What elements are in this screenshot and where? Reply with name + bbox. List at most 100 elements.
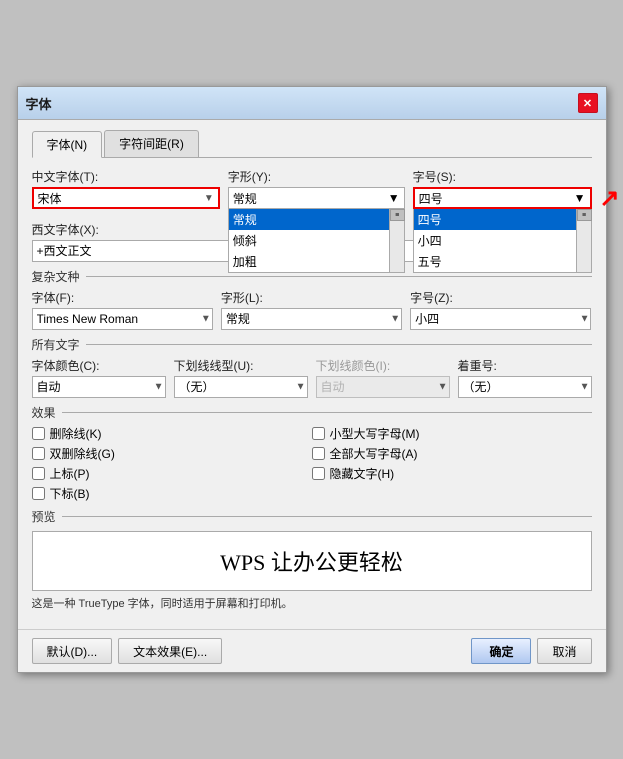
effect-hidden-label: 隐藏文字(H) xyxy=(330,465,395,482)
confirm-button[interactable]: 确定 xyxy=(471,638,531,664)
style-input[interactable] xyxy=(233,191,388,205)
effect-superscript-checkbox[interactable] xyxy=(32,467,45,480)
style-scrollbar-thumb[interactable]: ≡ xyxy=(390,209,405,221)
underline-style-col: 下划线线型(U): （无） ▼ xyxy=(174,357,308,398)
effect-all-caps-checkbox[interactable] xyxy=(312,447,325,460)
all-text-divider: 所有文字 xyxy=(32,336,592,353)
tab-font[interactable]: 字体(N) xyxy=(32,131,103,158)
effects-divider: 效果 xyxy=(32,404,592,421)
default-button[interactable]: 默认(D)... xyxy=(32,638,113,664)
complex-style-label: 字形(L): xyxy=(221,289,402,306)
complex-script-row: 字体(F): Times New Roman ▼ 字形(L): 常规 ▼ xyxy=(32,289,592,330)
style-items: 常规 倾斜 加粗 xyxy=(229,209,389,272)
effect-small-caps-label: 小型大写字母(M) xyxy=(330,425,420,442)
preview-divider-line xyxy=(62,516,592,517)
effects-left-col: 删除线(K) 双删除线(G) 上标(P) 下标(B) xyxy=(32,425,312,502)
style-scrollbar[interactable]: ≡ xyxy=(389,209,404,272)
effects-grid: 删除线(K) 双删除线(G) 上标(P) 下标(B) 小型大 xyxy=(32,425,592,502)
size-option-5[interactable]: 五号 xyxy=(414,251,576,272)
underline-style-select[interactable]: （无） xyxy=(174,376,308,398)
complex-style-col: 字形(L): 常规 ▼ xyxy=(221,289,402,330)
cancel-button[interactable]: 取消 xyxy=(537,638,591,664)
size-list-scroll: 四号 小四 五号 ≡ xyxy=(414,209,591,272)
effects-divider-line xyxy=(62,412,592,413)
chinese-font-input[interactable] xyxy=(38,191,204,205)
style-option-regular[interactable]: 常规 xyxy=(229,209,389,230)
complex-size-select[interactable]: 小四 xyxy=(410,308,591,330)
size-dropdown: ▼ 四号 小四 五号 ≡ xyxy=(413,187,592,209)
font-color-col: 字体颜色(C): 自动 ▼ xyxy=(32,357,166,398)
style-input-row[interactable]: ▼ xyxy=(228,187,405,209)
font-color-select-wrapper: 自动 ▼ xyxy=(32,376,166,398)
underline-color-select: 自动 xyxy=(316,376,450,398)
effect-strikethrough: 删除线(K) xyxy=(32,425,312,442)
dialog-body: 字体(N) 字符间距(R) 中文字体(T): ▼ 字形(Y): ▼ xyxy=(18,120,606,629)
chinese-font-input-wrapper[interactable]: ▼ xyxy=(32,187,220,209)
underline-style-select-wrapper: （无） ▼ xyxy=(174,376,308,398)
font-color-select[interactable]: 自动 xyxy=(32,376,166,398)
style-dropdown-list: 常规 倾斜 加粗 ≡ xyxy=(228,209,405,273)
font-main-row: 中文字体(T): ▼ 字形(Y): ▼ 常规 xyxy=(32,168,592,209)
font-dialog: 字体 ✕ 字体(N) 字符间距(R) 中文字体(T): ▼ 字形(Y): xyxy=(17,86,607,673)
effect-all-caps-label: 全部大写字母(A) xyxy=(330,445,418,462)
size-arrow-indicator: ↗ xyxy=(599,184,619,213)
size-option-4[interactable]: 四号 xyxy=(414,209,576,230)
complex-font-select[interactable]: Times New Roman xyxy=(32,308,213,330)
size-input-row[interactable]: ▼ xyxy=(413,187,592,209)
effect-hidden-checkbox[interactable] xyxy=(312,467,325,480)
effect-double-strikethrough-checkbox[interactable] xyxy=(32,447,45,460)
size-arrow-icon: ▼ xyxy=(574,191,586,205)
complex-style-select[interactable]: 常规 xyxy=(221,308,402,330)
emphasis-label: 着重号: xyxy=(458,357,592,374)
underline-color-select-wrapper: 自动 ▼ xyxy=(316,376,450,398)
style-label: 字形(Y): xyxy=(228,168,405,185)
complex-font-label: 字体(F): xyxy=(32,289,213,306)
dialog-footer: 默认(D)... 文本效果(E)... 确定 取消 xyxy=(18,629,606,672)
tab-spacing[interactable]: 字符间距(R) xyxy=(104,130,199,157)
effect-small-caps: 小型大写字母(M) xyxy=(312,425,592,442)
size-scrollbar-track xyxy=(577,221,591,272)
chinese-font-label: 中文字体(T): xyxy=(32,168,220,185)
chinese-font-col: 中文字体(T): ▼ xyxy=(32,168,220,209)
preview-label: 预览 xyxy=(32,508,56,525)
effect-subscript: 下标(B) xyxy=(32,485,312,502)
underline-style-label: 下划线线型(U): xyxy=(174,357,308,374)
effects-label: 效果 xyxy=(32,404,56,421)
complex-size-label: 字号(Z): xyxy=(410,289,591,306)
style-option-bold[interactable]: 加粗 xyxy=(229,251,389,272)
effect-strikethrough-label: 删除线(K) xyxy=(50,425,102,442)
chinese-font-arrow-icon: ▼ xyxy=(204,193,214,204)
effect-double-strikethrough-label: 双删除线(G) xyxy=(50,445,115,462)
all-text-label: 所有文字 xyxy=(32,336,80,353)
complex-script-label: 复杂文种 xyxy=(32,268,80,285)
preview-note: 这是一种 TrueType 字体，同时适用于屏幕和打印机。 xyxy=(32,595,592,611)
size-scrollbar-thumb[interactable]: ≡ xyxy=(577,209,592,221)
complex-style-select-wrapper: 常规 ▼ xyxy=(221,308,402,330)
complex-font-col: 字体(F): Times New Roman ▼ xyxy=(32,289,213,330)
effect-strikethrough-checkbox[interactable] xyxy=(32,427,45,440)
all-text-row: 字体颜色(C): 自动 ▼ 下划线线型(U): （无） ▼ 下划 xyxy=(32,357,592,398)
style-arrow-icon: ▼ xyxy=(388,191,400,205)
preview-divider: 预览 xyxy=(32,508,592,525)
size-option-xiaosi[interactable]: 小四 xyxy=(414,230,576,251)
effect-subscript-label: 下标(B) xyxy=(50,485,90,502)
emphasis-select[interactable]: （无） xyxy=(458,376,592,398)
complex-size-select-wrapper: 小四 ▼ xyxy=(410,308,591,330)
effect-small-caps-checkbox[interactable] xyxy=(312,427,325,440)
effect-superscript: 上标(P) xyxy=(32,465,312,482)
style-scrollbar-track xyxy=(390,221,404,272)
size-scrollbar[interactable]: ≡ xyxy=(576,209,591,272)
title-bar: 字体 ✕ xyxy=(18,87,606,120)
text-effects-button[interactable]: 文本效果(E)... xyxy=(118,638,222,664)
emphasis-select-wrapper: （无） ▼ xyxy=(458,376,592,398)
complex-font-select-wrapper: Times New Roman ▼ xyxy=(32,308,213,330)
size-input[interactable] xyxy=(419,191,574,205)
effect-all-caps: 全部大写字母(A) xyxy=(312,445,592,462)
effect-subscript-checkbox[interactable] xyxy=(32,487,45,500)
effect-hidden: 隐藏文字(H) xyxy=(312,465,592,482)
complex-size-col: 字号(Z): 小四 ▼ xyxy=(410,289,591,330)
style-option-italic[interactable]: 倾斜 xyxy=(229,230,389,251)
size-dropdown-list: 四号 小四 五号 ≡ xyxy=(413,209,592,273)
close-button[interactable]: ✕ xyxy=(578,93,598,113)
complex-script-divider-line xyxy=(86,276,592,277)
